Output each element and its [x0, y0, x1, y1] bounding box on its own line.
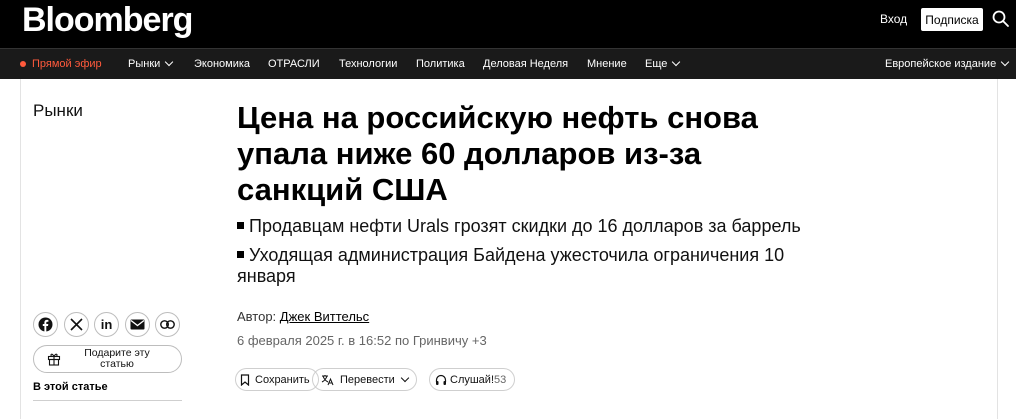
bullet-text: Уходящая администрация Байдена ужесточил… — [237, 245, 785, 286]
nav-live[interactable]: Прямой эфир — [20, 58, 102, 70]
login-link[interactable]: Вход — [880, 12, 907, 26]
facebook-icon — [38, 317, 53, 332]
in-this-article-heading: В этой статье — [33, 381, 108, 393]
nav-item-more[interactable]: Еще — [645, 57, 681, 70]
nav-item-businessweek[interactable]: Деловая Неделя — [483, 58, 568, 70]
chevron-down-icon — [1000, 57, 1010, 67]
bullet-square-icon — [237, 251, 244, 258]
summary-bullet: Уходящая администрация Байдена ужесточил… — [237, 245, 807, 287]
chevron-down-icon — [400, 373, 410, 382]
translate-button[interactable]: Перевести — [312, 368, 417, 391]
edition-label: Европейское издание — [885, 58, 997, 70]
chevron-down-icon — [672, 57, 681, 67]
copy-link-button[interactable] — [155, 312, 180, 337]
share-linkedin-button[interactable]: in — [94, 312, 119, 337]
headline-line: Цена на российскую нефть снова — [237, 100, 758, 135]
link-icon — [160, 320, 175, 329]
share-x-button[interactable] — [64, 312, 89, 337]
summary-bullet: Продавцам нефти Urals грозят скидки до 1… — [237, 216, 837, 237]
content-border-left — [20, 79, 21, 419]
nav-item-industries[interactable]: ОТРАСЛИ — [268, 58, 320, 70]
bullet-square-icon — [237, 222, 244, 229]
nav-live-label: Прямой эфир — [32, 58, 102, 70]
listen-duration: 53 — [494, 373, 507, 386]
email-icon — [130, 319, 145, 330]
chevron-down-icon — [165, 57, 174, 67]
bookmark-icon — [240, 373, 250, 386]
search-icon — [992, 10, 1009, 27]
section-label[interactable]: Рынки — [33, 101, 83, 121]
top-bar: Bloomberg Вход Подписка — [0, 0, 1016, 48]
nav-item-label: Рынки — [128, 58, 161, 70]
listen-button[interactable]: Слушай! 53 — [429, 368, 516, 391]
divider — [33, 400, 182, 401]
search-button[interactable] — [990, 8, 1012, 30]
translate-label: Перевести — [340, 373, 395, 386]
content-border-right — [997, 79, 998, 419]
edition-selector[interactable]: Европейское издание — [885, 57, 1010, 70]
save-label: Сохранить — [255, 373, 310, 386]
share-email-button[interactable] — [125, 312, 150, 337]
live-dot-icon — [20, 61, 26, 67]
author-link[interactable]: Джек Виттельс — [280, 309, 369, 324]
x-icon — [70, 318, 83, 331]
byline: Автор: Джек Виттельс — [237, 309, 369, 324]
linkedin-icon: in — [100, 317, 113, 332]
save-button[interactable]: Сохранить — [235, 368, 319, 391]
nav-bar: Прямой эфир Рынки Экономика ОТРАСЛИ Техн… — [0, 48, 1016, 79]
nav-item-opinion[interactable]: Мнение — [587, 58, 627, 70]
headline-line: санкций США — [237, 172, 448, 207]
headline-line: упала ниже 60 долларов из-за — [237, 136, 702, 171]
translate-icon — [321, 374, 334, 385]
gift-article-button[interactable]: Подарите эту статью — [33, 345, 182, 373]
publish-date: 6 февраля 2025 г. в 16:52 по Гринвичу +3 — [237, 333, 487, 348]
listen-label: Слушай! — [450, 373, 495, 386]
article-headline: Цена на российскую нефть снова упала ниж… — [237, 100, 827, 208]
headphones-icon — [435, 374, 447, 385]
nav-item-label: Еще — [645, 58, 668, 70]
nav-item-politics[interactable]: Политика — [416, 58, 465, 70]
share-facebook-button[interactable] — [33, 312, 58, 337]
nav-item-markets[interactable]: Рынки — [128, 57, 174, 70]
gift-label: Подарите эту статью — [84, 347, 150, 370]
nav-item-economy[interactable]: Экономика — [194, 58, 250, 70]
subscribe-button[interactable]: Подписка — [921, 8, 983, 31]
author-prefix: Автор: — [237, 309, 277, 324]
bullet-text: Продавцам нефти Urals грозят скидки до 1… — [249, 216, 801, 236]
bloomberg-logo[interactable]: Bloomberg — [22, 1, 193, 40]
gift-icon — [47, 353, 61, 366]
nav-item-technology[interactable]: Технологии — [339, 58, 397, 70]
